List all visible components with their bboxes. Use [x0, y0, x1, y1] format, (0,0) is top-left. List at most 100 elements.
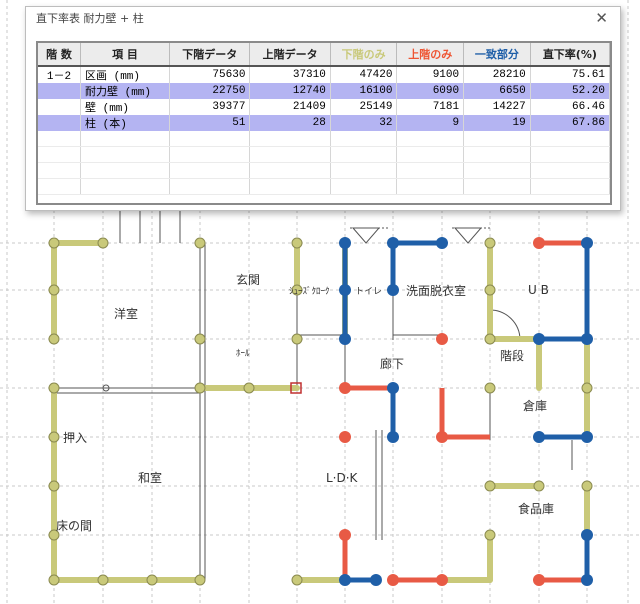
col-match-cell: 6650	[463, 83, 531, 99]
room-label-ldk: L·D·K	[326, 471, 359, 485]
empty-cell	[169, 146, 251, 163]
empty-cell	[396, 178, 465, 195]
col-upper-only-cell: 9100	[396, 66, 465, 83]
col-match-cell: 28210	[463, 66, 531, 83]
empty-cell	[463, 178, 531, 195]
col-lower-only-cell: 32	[330, 115, 398, 131]
col-floor-cell	[38, 83, 81, 99]
table-row-empty	[38, 162, 611, 179]
col-ratio-header[interactable]: 直下率(%)	[530, 43, 611, 67]
empty-cell	[530, 162, 611, 179]
col-lower-only-header[interactable]: 下階のみ	[330, 43, 398, 67]
empty-cell	[38, 131, 81, 147]
col-lower-data-cell: 75630	[169, 66, 251, 83]
col-floor-cell: 1－2	[38, 66, 81, 83]
empty-cell	[38, 178, 81, 195]
table-row-empty	[38, 178, 611, 195]
col-upper-data-cell: 12740	[249, 83, 331, 99]
empty-cell	[396, 131, 465, 147]
room-label-western-room: 洋室	[114, 306, 138, 321]
empty-cell	[530, 146, 611, 163]
col-item-header[interactable]: 項 目	[80, 43, 170, 67]
col-lower-only-cell: 47420	[330, 66, 398, 83]
table-row[interactable]: 壁 (mm) 39377 21409 25149 7181 14227 66.46	[38, 99, 611, 115]
dialog-title: 直下率表 耐力壁 + 柱	[36, 12, 144, 25]
col-lower-only-cell: 25149	[330, 99, 398, 115]
col-upper-data-cell: 37310	[249, 66, 331, 83]
col-floor-cell	[38, 99, 81, 115]
room-label-washroom: 洗面脱衣室	[406, 283, 466, 298]
empty-cell	[396, 162, 465, 179]
col-ratio-cell: 66.46	[530, 99, 611, 115]
table-row-empty	[38, 131, 611, 147]
empty-cell	[169, 178, 251, 195]
room-label-toilet: トイレ	[355, 287, 382, 297]
col-lower-data-header[interactable]: 下階データ	[169, 43, 251, 67]
empty-cell	[80, 178, 170, 195]
empty-cell	[249, 131, 331, 147]
empty-cell	[249, 178, 331, 195]
col-floor-header[interactable]: 階 数	[38, 43, 81, 67]
empty-cell	[396, 146, 465, 163]
col-floor-cell	[38, 115, 81, 131]
empty-cell	[330, 162, 398, 179]
col-upper-only-cell: 9	[396, 115, 465, 131]
empty-cell	[463, 162, 531, 179]
empty-cell	[80, 146, 170, 163]
room-label-stairs: 階段	[500, 348, 524, 363]
room-label-storage: 倉庫	[523, 398, 547, 413]
empty-cell	[38, 146, 81, 163]
empty-cell	[249, 162, 331, 179]
dialog-titlebar[interactable]: 直下率表 耐力壁 + 柱	[26, 7, 620, 31]
empty-cell	[463, 131, 531, 147]
col-item-cell: 区画 (mm)	[80, 66, 170, 83]
table-row-empty	[38, 146, 611, 163]
empty-cell	[330, 131, 398, 147]
col-item-cell: 耐力壁 (mm)	[80, 83, 170, 99]
table-row[interactable]: 柱 (本) 51 28 32 9 19 67.86	[38, 115, 611, 131]
room-label-genkan: 玄関	[236, 272, 260, 287]
col-ratio-cell: 52.20	[530, 83, 611, 99]
table-row[interactable]: 1－2 区画 (mm) 75630 37310 47420 9100 28210 75.61	[38, 66, 611, 83]
empty-cell	[38, 162, 81, 179]
col-ratio-cell: 67.86	[530, 115, 611, 131]
table-row[interactable]: 耐力壁 (mm) 22750 12740 16100 6090 6650 52.20	[38, 83, 611, 99]
empty-cell	[330, 178, 398, 195]
empty-cell	[463, 146, 531, 163]
room-label-japanese-room: 和室	[138, 470, 162, 485]
col-item-cell: 壁 (mm)	[80, 99, 170, 115]
empty-cell	[80, 162, 170, 179]
col-match-cell: 19	[463, 115, 531, 131]
col-upper-data-cell: 28	[249, 115, 331, 131]
col-lower-data-cell: 39377	[169, 99, 251, 115]
direct-under-ratio-dialog: 直下率表 耐力壁 + 柱 ✕ 階 数項 目下階データ 上階データ 下階のみ 上階のみ一…	[25, 6, 621, 211]
col-lower-only-cell: 16100	[330, 83, 398, 99]
room-label-tokonoma: 床の間	[56, 519, 92, 533]
ratio-table: 階 数項 目下階データ 上階データ 下階のみ 上階のみ 一致部分 直下率(%) 1－2 区画…	[38, 43, 611, 195]
col-upper-only-cell: 7181	[396, 99, 465, 115]
empty-cell	[169, 162, 251, 179]
room-label-shoe-closet: ｼｭｰｽﾞｸﾛｰｸ	[289, 286, 330, 297]
empty-cell	[80, 131, 170, 147]
room-label-unit-bath: U B	[528, 283, 549, 297]
room-label-hall: ﾎｰﾙ	[236, 348, 250, 359]
empty-cell	[249, 146, 331, 163]
ratio-table-panel: 階 数項 目下階データ 上階データ 下階のみ 上階のみ 一致部分 直下率(%) 1－2 区画…	[36, 41, 612, 205]
room-label-corridor: 廊下	[380, 356, 404, 371]
empty-cell	[330, 146, 398, 163]
empty-cell	[530, 178, 611, 195]
col-upper-data-header[interactable]: 上階データ	[249, 43, 331, 67]
table-header-row: 階 数項 目下階データ 上階データ 下階のみ 上階のみ 一致部分 直下率(%)	[38, 43, 611, 67]
col-item-cell: 柱 (本)	[80, 115, 170, 131]
col-match-header[interactable]: 一致部分	[463, 43, 531, 67]
empty-cell	[530, 131, 611, 147]
empty-cell	[169, 131, 251, 147]
close-icon[interactable]: ✕	[595, 9, 608, 27]
col-upper-only-header[interactable]: 上階のみ	[396, 43, 465, 67]
col-upper-only-cell: 6090	[396, 83, 465, 99]
col-match-cell: 14227	[463, 99, 531, 115]
col-lower-data-cell: 51	[169, 115, 251, 131]
col-upper-data-cell: 21409	[249, 99, 331, 115]
room-label-pantry: 食品庫	[518, 501, 554, 516]
col-lower-data-cell: 22750	[169, 83, 251, 99]
